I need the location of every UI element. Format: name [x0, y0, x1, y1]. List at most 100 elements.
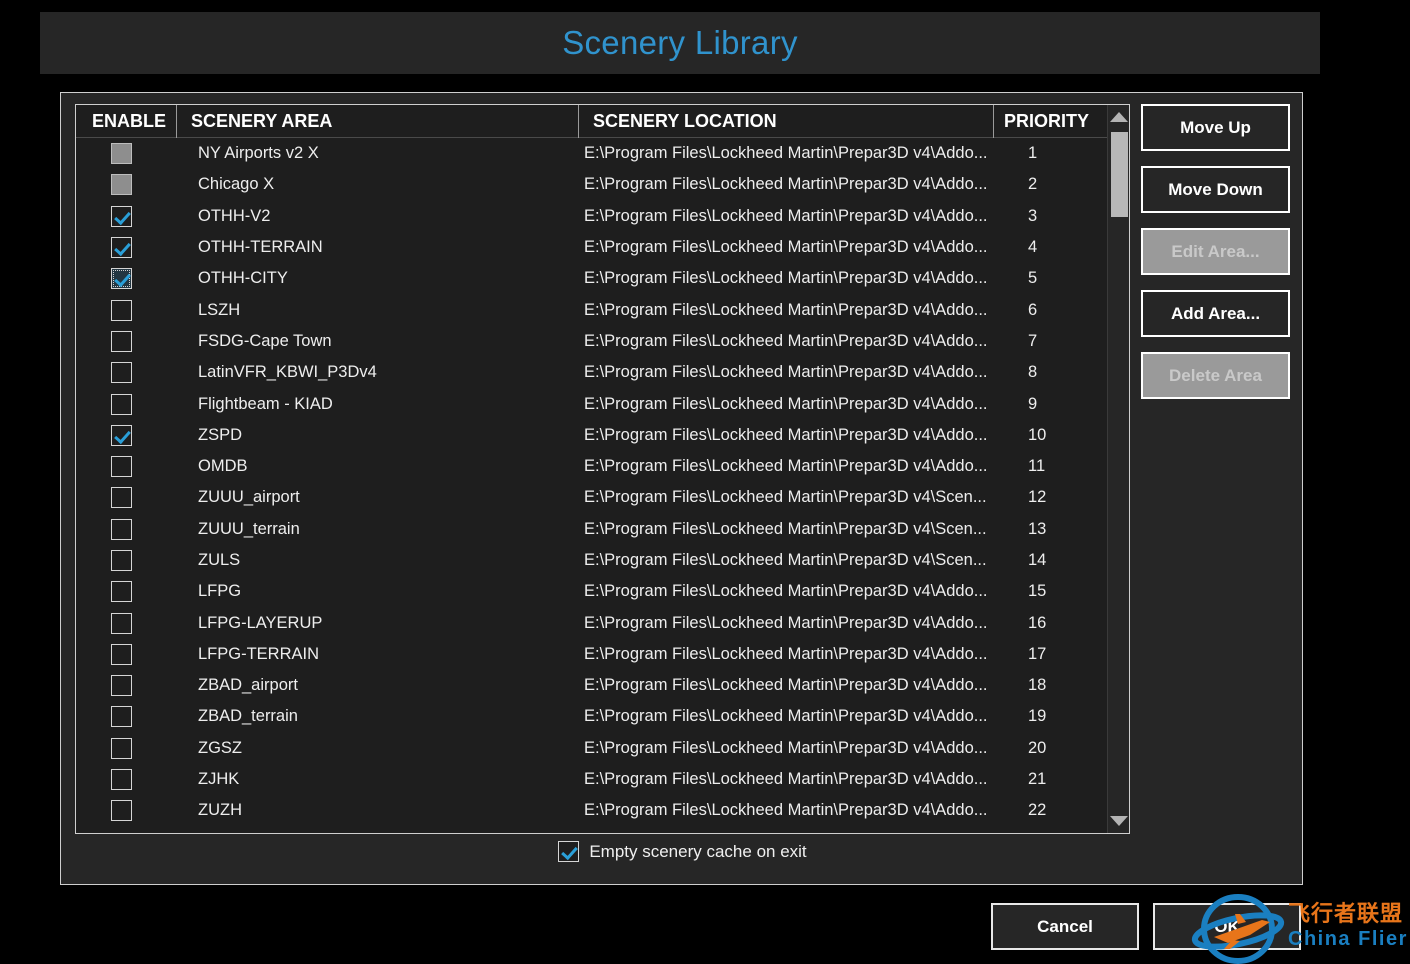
empty-cache-row[interactable]: Empty scenery cache on exit [75, 841, 1290, 862]
table-row[interactable]: ZUUU_airport E:\Program Files\Lockheed Ma… [76, 482, 1129, 513]
cell-scenery-area: LSZH [198, 300, 241, 319]
row-enable-checkbox[interactable] [111, 393, 132, 415]
move-up-button[interactable]: Move Up [1141, 104, 1290, 151]
row-enable-checkbox[interactable] [111, 174, 132, 196]
cell-enable [76, 800, 176, 822]
row-enable-checkbox[interactable] [111, 737, 132, 759]
table-row[interactable]: LatinVFR_KBWI_P3Dv4 E:\Program Files\Lock… [76, 357, 1129, 388]
table-row[interactable]: ZUUU_terrain E:\Program Files\Lockheed Ma… [76, 514, 1129, 545]
cell-scenery-location: E:\Program Files\Lockheed Martin\Prepar3… [584, 519, 987, 538]
cell-scenery-location: E:\Program Files\Lockheed Martin\Prepar3… [584, 331, 988, 350]
cell-priority: 2 [1028, 175, 1038, 194]
cell-scenery-location: E:\Program Files\Lockheed Martin\Prepar3… [584, 238, 988, 257]
cell-priority: 15 [1028, 582, 1047, 601]
row-enable-checkbox[interactable] [111, 612, 132, 634]
row-enable-checkbox[interactable] [111, 362, 132, 384]
row-enable-checkbox[interactable] [111, 143, 132, 165]
cell-priority: 8 [1028, 363, 1038, 382]
row-enable-checkbox[interactable] [111, 237, 132, 259]
table-row[interactable]: ZGSZ E:\Program Files\Lockheed Martin\Pre… [76, 733, 1129, 764]
row-enable-checkbox[interactable] [111, 487, 132, 509]
empty-cache-label: Empty scenery cache on exit [589, 841, 807, 861]
cell-priority: 9 [1028, 394, 1038, 413]
move-down-button[interactable]: Move Down [1141, 166, 1290, 213]
row-enable-checkbox[interactable] [111, 299, 132, 321]
table-row[interactable]: LFPG-LAYERUP E:\Program Files\Lockheed Ma… [76, 607, 1129, 638]
table-row[interactable]: ZJHK E:\Program Files\Lockheed Martin\Pre… [76, 764, 1129, 795]
cell-enable [76, 737, 176, 759]
ok-button[interactable]: OK [1153, 903, 1301, 950]
empty-cache-checkbox[interactable] [558, 841, 580, 862]
table-row[interactable]: Chicago X E:\Program Files\Lockheed Marti… [76, 169, 1129, 200]
table-row[interactable]: ZBAD_terrain E:\Program Files\Lockheed Ma… [76, 701, 1129, 732]
column-header-priority[interactable]: PRIORITY [993, 105, 1115, 138]
row-enable-checkbox[interactable] [111, 550, 132, 571]
cell-scenery-location: E:\Program Files\Lockheed Martin\Prepar3… [584, 144, 988, 163]
cancel-button[interactable]: Cancel [991, 903, 1139, 950]
table-row[interactable]: OTHH-CITY E:\Program Files\Lockheed Marti… [76, 263, 1129, 294]
row-enable-checkbox[interactable] [111, 769, 132, 791]
table-row[interactable]: ZUZH E:\Program Files\Lockheed Martin\Pre… [76, 795, 1129, 826]
cell-priority: 11 [1028, 457, 1046, 476]
cell-scenery-location: E:\Program Files\Lockheed Martin\Prepar3… [584, 582, 988, 601]
row-enable-checkbox[interactable] [111, 800, 132, 822]
table-row[interactable]: Flightbeam - KIAD E:\Program Files\Lockhe… [76, 388, 1129, 419]
cell-scenery-location: E:\Program Files\Lockheed Martin\Prepar3… [584, 551, 987, 569]
row-enable-checkbox[interactable] [111, 581, 132, 603]
row-enable-checkbox[interactable] [111, 643, 132, 665]
table-row[interactable]: LFPG E:\Program Files\Lockheed Martin\Pre… [76, 576, 1129, 607]
cell-enable [76, 612, 176, 634]
scenery-list: ENABLE SCENERY AREA SCENERY LOCATION PRI… [75, 104, 1130, 834]
scroll-up-arrow-icon[interactable] [1109, 107, 1129, 127]
cell-scenery-area: NY Airports v2 X [198, 144, 319, 163]
cell-enable [76, 205, 176, 227]
table-row[interactable]: OMDB E:\Program Files\Lockheed Martin\Pre… [76, 451, 1129, 482]
table-row[interactable]: NY Airports v2 X E:\Program Files\Lockhee… [76, 138, 1129, 169]
cell-enable [76, 174, 176, 196]
list-scrollbar[interactable] [1107, 105, 1129, 833]
cell-enable [76, 330, 176, 352]
table-row[interactable]: ZSPD E:\Program Files\Lockheed Martin\Pre… [76, 420, 1129, 451]
row-enable-checkbox[interactable] [111, 424, 132, 446]
column-header-scenery-area[interactable]: SCENERY AREA [176, 105, 578, 138]
cell-enable [76, 769, 176, 791]
cell-scenery-location: E:\Program Files\Lockheed Martin\Prepar3… [584, 770, 988, 789]
cell-enable [76, 518, 176, 540]
cell-priority: 17 [1028, 644, 1047, 663]
cell-priority: 5 [1028, 269, 1038, 288]
table-row[interactable]: FSDG-Cape Town E:\Program Files\Lockheed … [76, 326, 1129, 357]
cell-scenery-area: OMDB [198, 457, 248, 476]
table-row[interactable]: LSZH E:\Program Files\Lockheed Martin\Pre… [76, 294, 1129, 325]
side-button-group: Move Up Move Down Edit Area... Add Area... D… [1141, 104, 1290, 414]
table-row[interactable]: OTHH-V2 E:\Program Files\Lockheed Martin\… [76, 201, 1129, 232]
cell-scenery-location: E:\Program Files\Lockheed Martin\Prepar3… [584, 425, 988, 444]
cell-scenery-area: LFPG-LAYERUP [198, 613, 323, 632]
cell-scenery-area: OTHH-TERRAIN [198, 238, 323, 257]
cell-scenery-location: E:\Program Files\Lockheed Martin\Prepar3… [584, 738, 988, 757]
delete-area-button: Delete Area [1141, 352, 1290, 399]
table-row[interactable]: OTHH-TERRAIN E:\Program Files\Lockheed Ma… [76, 232, 1129, 263]
add-area-button[interactable]: Add Area... [1141, 290, 1290, 337]
row-enable-checkbox[interactable] [111, 330, 132, 352]
cell-scenery-location: E:\Program Files\Lockheed Martin\Prepar3… [584, 488, 987, 507]
table-row[interactable]: LFPG-TERRAIN E:\Program Files\Lockheed Ma… [76, 639, 1129, 670]
cell-scenery-area: ZGSZ [198, 738, 242, 757]
table-row[interactable]: ZULS E:\Program Files\Lockheed Martin\Pre… [76, 545, 1129, 576]
column-header-enable[interactable]: ENABLE [76, 105, 176, 138]
scrollbar-thumb[interactable] [1111, 132, 1128, 217]
row-enable-checkbox[interactable] [111, 706, 132, 728]
cell-scenery-location: E:\Program Files\Lockheed Martin\Prepar3… [584, 300, 988, 319]
cell-scenery-area: ZUUU_airport [198, 488, 300, 507]
column-header-scenery-location[interactable]: SCENERY LOCATION [578, 105, 993, 138]
dialog-body-panel: ENABLE SCENERY AREA SCENERY LOCATION PRI… [60, 92, 1303, 885]
cell-scenery-location: E:\Program Files\Lockheed Martin\Prepar3… [584, 394, 988, 413]
row-enable-checkbox[interactable] [111, 268, 132, 290]
row-enable-checkbox[interactable] [111, 518, 132, 540]
dialog-titlebar: Scenery Library [40, 12, 1320, 74]
row-enable-checkbox[interactable] [111, 205, 132, 227]
row-enable-checkbox[interactable] [111, 675, 132, 697]
row-enable-checkbox[interactable] [111, 456, 132, 478]
scroll-down-arrow-icon[interactable] [1109, 811, 1129, 831]
table-row[interactable]: ZBAD_airport E:\Program Files\Lockheed Ma… [76, 670, 1129, 701]
cell-scenery-area: OTHH-CITY [198, 269, 288, 288]
